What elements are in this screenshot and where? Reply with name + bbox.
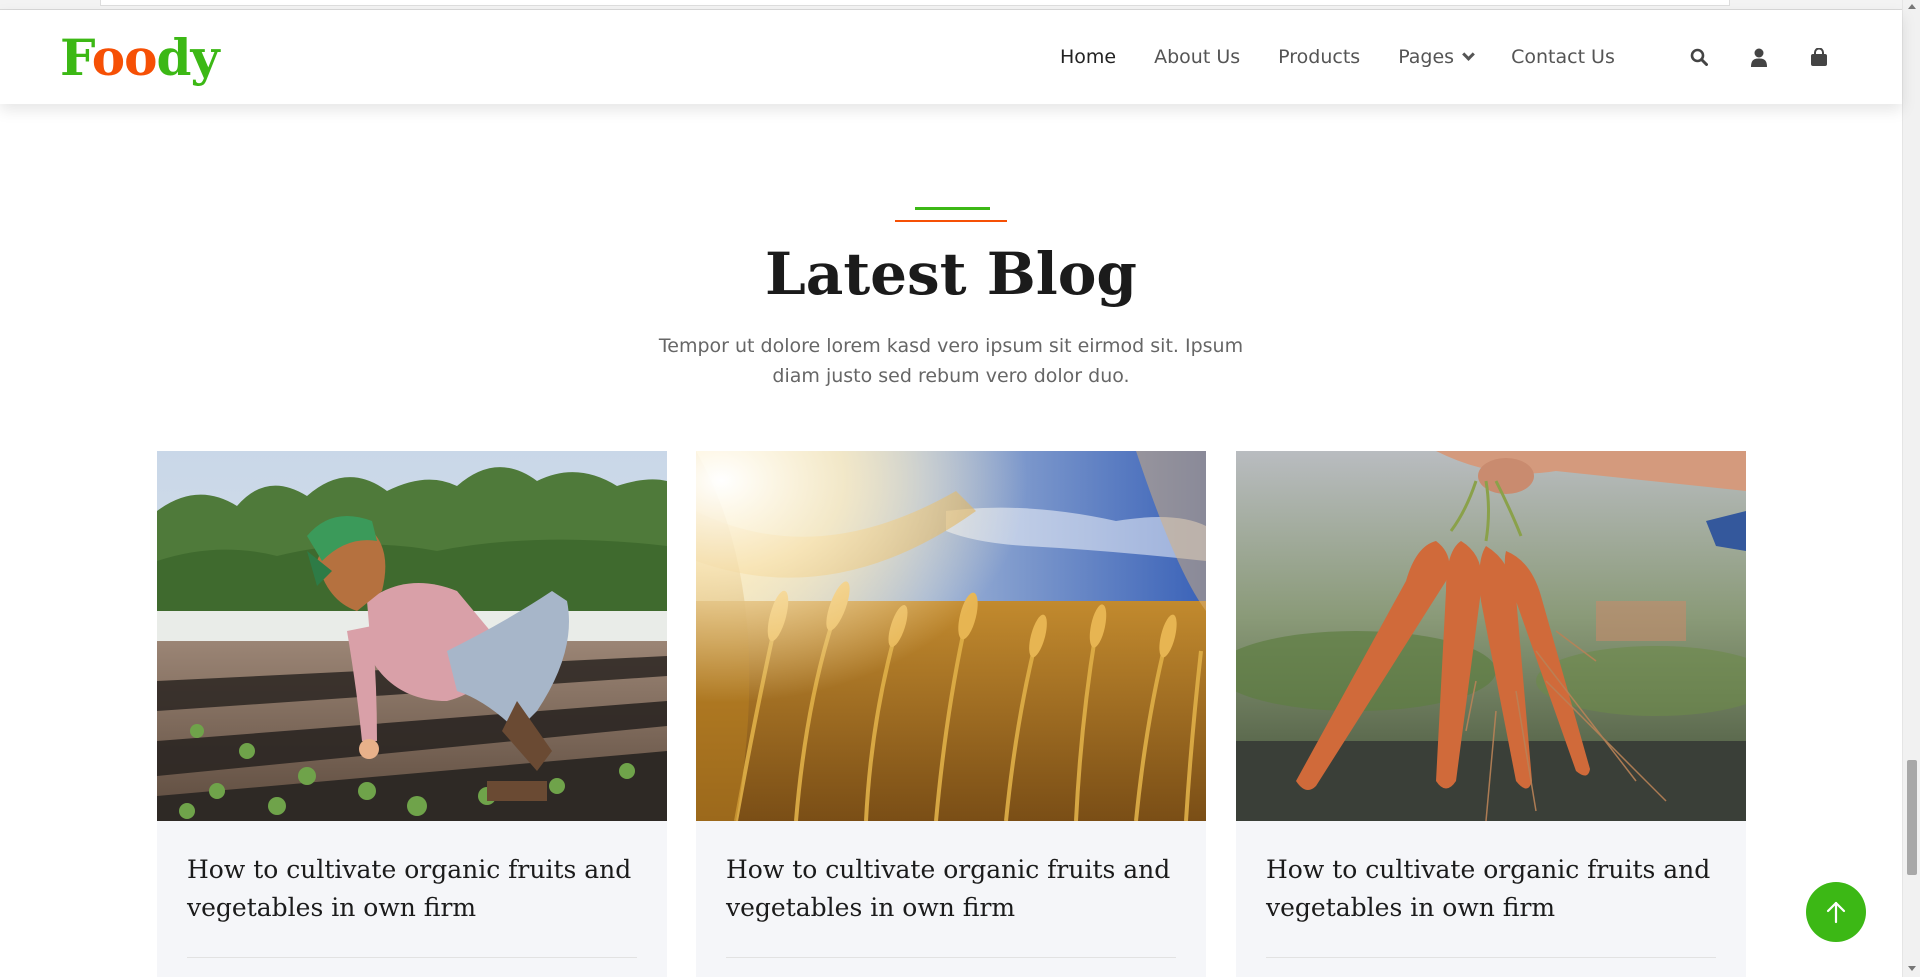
browser-top-strip — [0, 0, 1920, 10]
navbar: Foody Home About Us Products Pages Conta… — [0, 10, 1902, 104]
nav-pages-label: Pages — [1398, 46, 1455, 68]
nav-contact-us[interactable]: Contact Us — [1511, 46, 1615, 68]
card-divider — [1266, 957, 1716, 958]
blog-card: How to cultivate organic fruits and vege… — [696, 451, 1206, 977]
blog-card: How to cultivate organic fruits and vege… — [1236, 451, 1746, 977]
card-divider — [187, 957, 637, 958]
blog-image-wheat[interactable] — [696, 451, 1206, 821]
nav-pages-dropdown[interactable]: Pages — [1398, 46, 1475, 68]
blog-title-link[interactable]: How to cultivate organic fruits and vege… — [1266, 851, 1716, 927]
blog-title-link[interactable]: How to cultivate organic fruits and vege… — [726, 851, 1176, 927]
nav-products[interactable]: Products — [1278, 46, 1360, 68]
chevron-down-icon — [1462, 47, 1475, 61]
browser-address-edge — [100, 0, 1730, 6]
brand-letter-y: y — [190, 28, 219, 87]
shopping-bag-icon[interactable] — [1808, 46, 1830, 68]
user-icon[interactable] — [1748, 46, 1770, 68]
card-divider — [726, 957, 1176, 958]
scroll-down-arrow-icon[interactable] — [1908, 966, 1916, 971]
scroll-up-arrow-icon[interactable] — [1908, 4, 1916, 9]
section-title: Latest Blog — [765, 240, 1137, 308]
nav-home[interactable]: Home — [1060, 46, 1116, 68]
blog-image-farmer[interactable] — [157, 451, 667, 821]
nav-about-us[interactable]: About Us — [1154, 46, 1240, 68]
search-icon[interactable] — [1688, 46, 1710, 68]
brand-letter-o2: o — [124, 28, 157, 87]
back-to-top-button[interactable] — [1806, 882, 1866, 942]
nav-icon-group — [1688, 10, 1868, 104]
page-scrollbar[interactable] — [1902, 0, 1920, 977]
brand-letter-o1: o — [91, 28, 125, 87]
brand-logo[interactable]: Foody — [60, 28, 220, 88]
title-accent-green — [915, 207, 990, 210]
scrollbar-thumb[interactable] — [1907, 760, 1917, 875]
brand-letter-f: F — [60, 28, 93, 87]
blog-card: How to cultivate organic fruits and vege… — [157, 451, 667, 977]
blog-image-carrots[interactable] — [1236, 451, 1746, 821]
main-nav: Home About Us Products Pages Contact Us — [1060, 10, 1653, 104]
blog-title-link[interactable]: How to cultivate organic fruits and vege… — [187, 851, 637, 927]
arrow-up-icon — [1826, 901, 1846, 924]
section-subtitle: Tempor ut dolore lorem kasd vero ipsum s… — [658, 335, 1244, 387]
title-accent-orange — [895, 220, 1007, 222]
brand-letter-d: d — [156, 28, 191, 87]
